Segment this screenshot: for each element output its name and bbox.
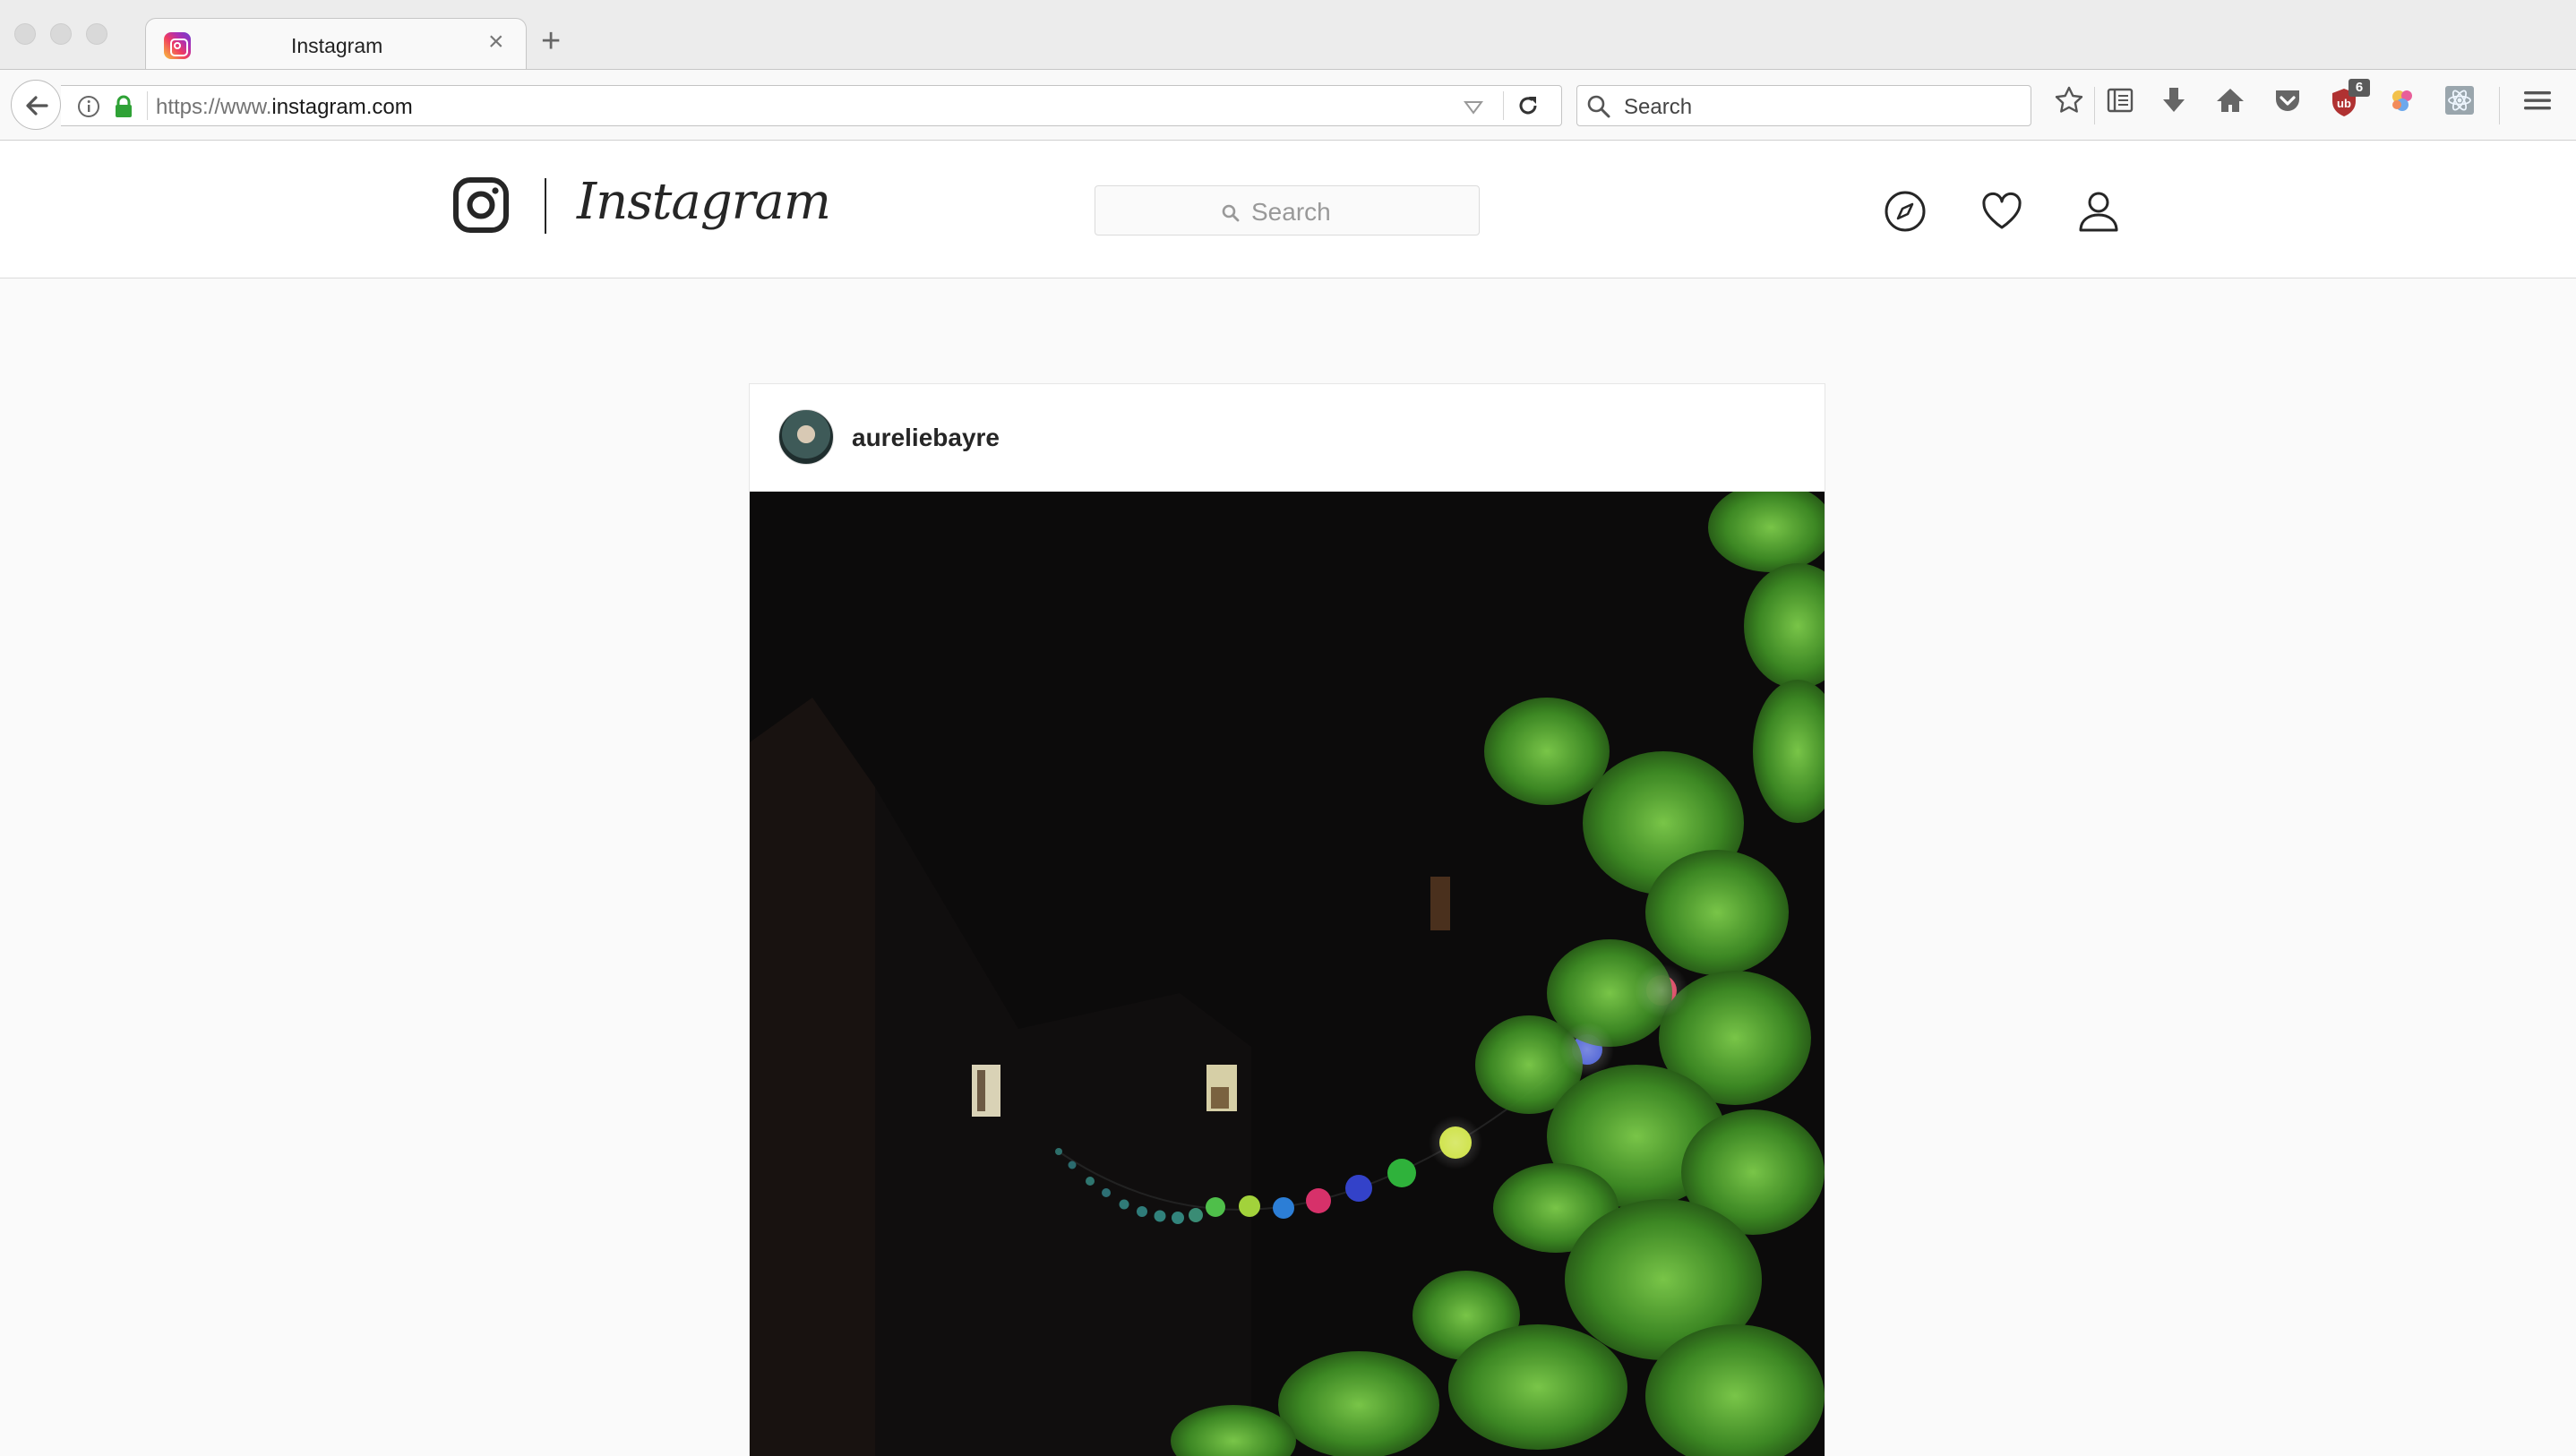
react-devtools-icon[interactable] <box>2443 84 2476 116</box>
instagram-logo-icon[interactable] <box>453 177 509 233</box>
address-bar[interactable]: https://www.instagram.com <box>61 85 1562 126</box>
bookmarks-menu-icon[interactable] <box>2105 84 2135 116</box>
heart-icon[interactable] <box>1979 189 2024 234</box>
instagram-favicon-icon <box>164 32 191 59</box>
ublock-count-badge: 6 <box>2348 79 2370 97</box>
instagram-search-input[interactable]: Search <box>1095 185 1480 236</box>
colorful-extension-icon[interactable] <box>2386 84 2418 116</box>
site-info-icon[interactable] <box>77 95 100 118</box>
browser-tab-bar: Instagram × + <box>0 0 2576 70</box>
tab-title: Instagram <box>291 34 383 57</box>
search-icon <box>1222 204 1240 222</box>
url-divider <box>147 91 148 120</box>
instagram-header: Instagram Search <box>0 141 2576 278</box>
downloads-icon[interactable] <box>2159 84 2189 116</box>
new-tab-button[interactable]: + <box>541 24 561 58</box>
explore-icon[interactable] <box>1883 189 1928 234</box>
back-button[interactable] <box>11 80 61 130</box>
bookmark-star-icon[interactable] <box>2053 84 2085 116</box>
hamburger-menu-icon[interactable] <box>2520 84 2555 116</box>
home-icon[interactable] <box>2214 84 2246 116</box>
instagram-search-placeholder: Search <box>1251 198 1331 226</box>
secure-lock-icon <box>116 95 132 117</box>
url-prefix: https://www. <box>156 95 272 119</box>
url-domain: instagram.com <box>271 95 413 119</box>
reload-icon[interactable] <box>1516 93 1541 118</box>
post-username[interactable]: aureliebayre <box>852 424 1000 452</box>
url-history-dropdown-icon[interactable] <box>1462 95 1485 118</box>
svg-text:ub: ub <box>2337 97 2351 110</box>
post-photo[interactable] <box>750 492 1825 1456</box>
tab-close-icon[interactable]: × <box>488 29 504 56</box>
pocket-icon[interactable] <box>2271 84 2304 116</box>
window-close-button[interactable] <box>14 23 36 45</box>
browser-tab-instagram[interactable]: Instagram × <box>145 18 527 70</box>
toolbar-separator <box>2094 87 2095 124</box>
logo-divider <box>545 178 546 234</box>
window-minimize-button[interactable] <box>50 23 72 45</box>
avatar[interactable] <box>778 409 834 465</box>
browser-search-placeholder: Search <box>1624 95 1693 119</box>
browser-search-bar[interactable]: Search <box>1576 85 2031 126</box>
browser-nav-bar: https://www.instagram.com Search <box>0 69 2576 141</box>
url-separator <box>1503 91 1504 120</box>
window-zoom-button[interactable] <box>86 23 107 45</box>
back-arrow-icon <box>26 96 48 116</box>
instagram-wordmark[interactable]: Instagram <box>577 173 831 231</box>
post-card: aureliebayre <box>749 383 1825 1456</box>
search-icon <box>1587 95 1610 118</box>
toolbar-separator <box>2499 87 2500 124</box>
url-text[interactable]: https://www.instagram.com <box>156 95 413 120</box>
profile-icon[interactable] <box>2076 189 2121 234</box>
night-lanterns-photo <box>750 492 1825 1456</box>
